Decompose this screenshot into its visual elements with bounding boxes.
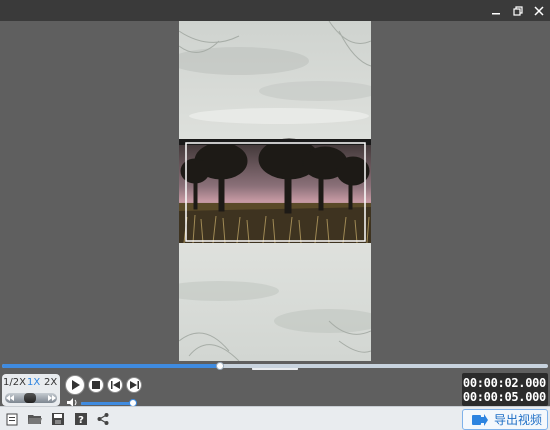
share-icon [97, 413, 109, 425]
close-icon [534, 5, 544, 16]
export-video-button[interactable]: 导出视频 [462, 409, 548, 430]
fast-forward-icon [48, 395, 56, 401]
export-video-label: 导出视频 [494, 413, 543, 427]
playback-controls: 1/2X 1X 2X 00:00:02.000 00:00:05.000 [0, 370, 550, 407]
volume-fill [81, 402, 133, 405]
previous-frame-icon [110, 381, 120, 389]
restore-icon [513, 5, 523, 16]
landscape-photo [179, 138, 371, 244]
share-button[interactable] [96, 412, 110, 426]
svg-text:?: ? [78, 415, 84, 425]
progress-fill [2, 364, 221, 368]
canvas-scene [179, 21, 371, 361]
rewind-icon [6, 395, 14, 401]
speed-selector: 1/2X 1X 2X [2, 374, 60, 406]
next-frame-button[interactable] [126, 377, 142, 393]
play-button[interactable] [65, 375, 85, 395]
total-time: 00:00:05.000 [462, 390, 546, 404]
open-folder-button[interactable] [28, 412, 42, 426]
bottom-toolbar: ? 导出视频 [0, 406, 550, 430]
previous-frame-button[interactable] [107, 377, 123, 393]
save-button[interactable] [51, 412, 65, 426]
new-project-icon [6, 413, 17, 425]
speed-option-normal[interactable]: 1X [27, 377, 40, 389]
play-icon [72, 380, 80, 390]
restore-button[interactable] [509, 2, 527, 19]
help-button[interactable]: ? [74, 412, 88, 426]
save-icon [52, 413, 64, 425]
help-icon: ? [75, 413, 87, 425]
speed-option-double[interactable]: 2X [44, 377, 57, 389]
minimize-icon [492, 12, 500, 14]
stop-icon [92, 381, 100, 389]
close-button[interactable] [530, 2, 548, 19]
open-folder-icon [28, 415, 42, 424]
next-frame-icon [129, 381, 139, 389]
speed-option-half[interactable]: 1/2X [3, 377, 26, 389]
stop-button[interactable] [88, 377, 104, 393]
title-bar [0, 0, 550, 21]
new-project-button[interactable] [5, 412, 19, 426]
export-video-icon [472, 413, 488, 426]
preview-area [0, 21, 550, 362]
timecode-display: 00:00:02.000 00:00:05.000 [462, 373, 548, 406]
video-canvas[interactable] [179, 21, 371, 361]
minimize-button[interactable] [487, 2, 505, 19]
speed-slider-knob[interactable] [24, 393, 36, 403]
progress-thumb[interactable] [216, 362, 225, 370]
video-editor-window: 1/2X 1X 2X 00:00:02.000 00:00:05.000 ? 导… [0, 0, 550, 430]
current-time: 00:00:02.000 [462, 376, 546, 390]
